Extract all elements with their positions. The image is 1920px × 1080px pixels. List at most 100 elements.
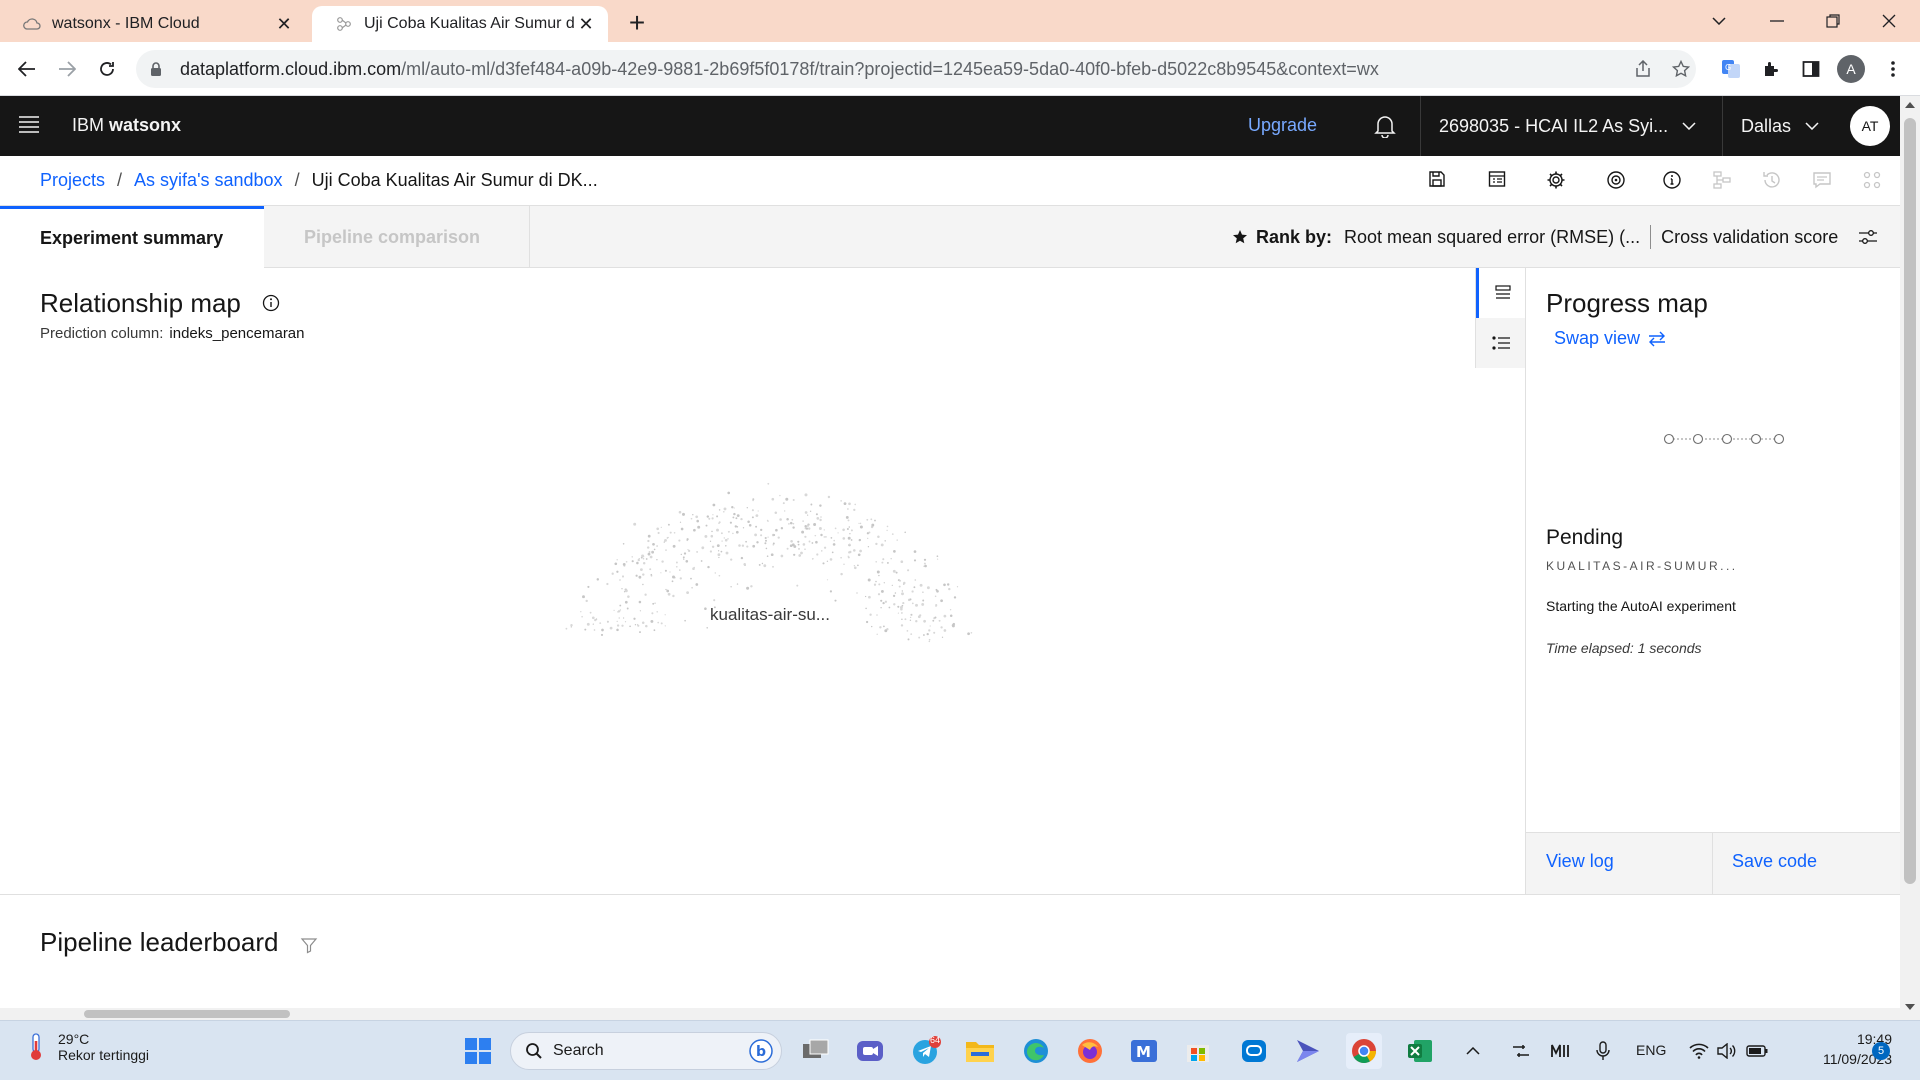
battery-icon[interactable] (1744, 1033, 1770, 1069)
browser-tab-watsonx[interactable]: watsonx - IBM Cloud ✕ (0, 6, 306, 42)
chevron-up-icon[interactable] (1462, 1033, 1484, 1069)
power-automate-icon[interactable] (1290, 1033, 1326, 1069)
close-tab-icon[interactable]: ✕ (574, 12, 598, 36)
chat-app-icon[interactable] (1236, 1033, 1272, 1069)
particle-dot (627, 595, 630, 598)
vertical-scrollbar[interactable] (1900, 96, 1920, 1020)
rank-by-control[interactable]: Rank by: Root mean squared error (RMSE) … (1232, 225, 1878, 249)
info-icon[interactable] (262, 294, 280, 312)
edge-icon[interactable] (1018, 1033, 1054, 1069)
particle-dot (723, 507, 727, 511)
excel-icon[interactable] (1402, 1033, 1438, 1069)
url-input[interactable]: dataplatform.cloud.ibm.com/ml/auto-ml/d3… (136, 50, 1696, 88)
task-view-icon[interactable] (798, 1033, 834, 1069)
minimize-icon[interactable] (1762, 6, 1792, 36)
bullet-list-button[interactable] (1476, 318, 1526, 368)
file-explorer-icon[interactable] (962, 1033, 998, 1069)
settings-gear-icon[interactable] (1546, 170, 1570, 194)
particle-dot (680, 553, 682, 556)
particle-dot (853, 508, 856, 512)
region-switcher[interactable]: Dallas (1722, 96, 1838, 156)
microphone-icon[interactable] (1590, 1033, 1616, 1069)
weather-text: Rekor tertinggi (58, 1047, 150, 1063)
particle-dot (848, 543, 851, 546)
particle-dot (616, 559, 618, 561)
notebook-icon[interactable] (1488, 170, 1512, 194)
info-icon[interactable] (1662, 170, 1686, 194)
hamburger-menu-icon[interactable] (18, 115, 42, 137)
notification-badge[interactable]: 5 (1872, 1042, 1890, 1060)
restore-icon[interactable] (1818, 6, 1848, 36)
particle-dot (853, 564, 856, 567)
particle-dot (932, 619, 935, 622)
profile-avatar[interactable]: A (1834, 52, 1868, 86)
app-tray-icon[interactable] (1548, 1033, 1574, 1069)
volume-icon[interactable] (1714, 1033, 1740, 1069)
save-icon[interactable] (1428, 170, 1452, 194)
close-tab-icon[interactable]: ✕ (272, 12, 296, 36)
hierarchy-icon[interactable] (1712, 170, 1736, 194)
weather-widget[interactable]: 29°C Rekor tertinggi (26, 1031, 149, 1063)
relationship-map-visualization[interactable] (560, 468, 980, 688)
kebab-menu-icon[interactable] (1876, 52, 1910, 86)
wifi-icon[interactable] (1686, 1033, 1712, 1069)
particle-dot (691, 586, 693, 589)
teams-meet-icon[interactable] (852, 1033, 888, 1069)
particle-dot (815, 540, 818, 544)
comment-icon[interactable] (1812, 170, 1836, 194)
user-avatar[interactable]: AT (1850, 106, 1890, 146)
horizontal-scrollbar[interactable] (0, 1008, 1900, 1020)
translate-icon[interactable]: G (1714, 52, 1748, 86)
upgrade-link[interactable]: Upgrade (1248, 115, 1317, 136)
extensions-icon[interactable] (1754, 52, 1788, 86)
scroll-up-arrow-icon[interactable] (1905, 102, 1915, 108)
list-view-button[interactable] (1476, 268, 1526, 318)
sliders-icon[interactable] (1858, 228, 1878, 246)
windows-start-icon[interactable] (460, 1033, 496, 1069)
taskbar-search[interactable]: Search b (510, 1032, 782, 1070)
firefox-icon[interactable] (1072, 1033, 1108, 1069)
tab-pipeline-comparison[interactable]: Pipeline comparison (264, 206, 530, 268)
chrome-icon[interactable] (1346, 1033, 1382, 1069)
side-panel-icon[interactable] (1794, 52, 1828, 86)
new-tab-button[interactable]: + (622, 9, 652, 40)
view-log-button[interactable]: View log (1546, 851, 1614, 872)
tab-experiment-summary[interactable]: Experiment summary (0, 206, 264, 268)
save-code-button[interactable]: Save code (1732, 851, 1817, 872)
breadcrumb-sandbox[interactable]: As syifa's sandbox (134, 170, 283, 191)
particle-dot (923, 562, 926, 565)
reload-icon[interactable] (90, 52, 124, 86)
browser-tab-active[interactable]: Uji Coba Kualitas Air Sumur di DK ✕ (312, 6, 608, 42)
vertical-scroll-thumb[interactable] (1904, 118, 1916, 884)
horizontal-scroll-thumb[interactable] (84, 1010, 290, 1018)
telegram-icon[interactable]: 64 (908, 1033, 944, 1069)
particle-dot (876, 633, 878, 636)
notification-bell-icon[interactable] (1374, 114, 1398, 138)
mail-icon[interactable]: M (1126, 1033, 1162, 1069)
particle-dot (693, 528, 696, 532)
bookmark-star-icon[interactable] (1664, 52, 1698, 86)
particle-dot (877, 593, 881, 596)
experiment-node-label[interactable]: kualitas-air-su... (710, 605, 830, 625)
back-icon[interactable] (10, 52, 44, 86)
forward-icon[interactable] (50, 52, 84, 86)
history-icon[interactable] (1762, 170, 1786, 194)
swap-view-link[interactable]: Swap view (1554, 328, 1666, 349)
particle-dot (611, 572, 614, 575)
close-window-icon[interactable] (1874, 6, 1904, 36)
language-indicator[interactable]: ENG (1636, 1042, 1666, 1058)
app-switcher-icon[interactable] (1862, 170, 1886, 194)
share-icon[interactable] (1626, 52, 1660, 86)
microsoft-store-icon[interactable] (1180, 1033, 1216, 1069)
account-switcher[interactable]: 2698035 - HCAI IL2 As Syi... (1420, 96, 1740, 156)
breadcrumb-projects[interactable]: Projects (40, 170, 105, 191)
particle-dot (845, 515, 849, 519)
filter-icon[interactable] (300, 936, 318, 954)
brand-name[interactable]: IBM watsonx (72, 115, 181, 136)
particle-dot (741, 544, 745, 547)
network-tray-icon[interactable] (1508, 1033, 1534, 1069)
scroll-down-arrow-icon[interactable] (1905, 1004, 1915, 1010)
target-icon[interactable] (1606, 170, 1630, 194)
particle-dot (731, 506, 734, 509)
tab-search-icon[interactable] (1704, 6, 1734, 36)
